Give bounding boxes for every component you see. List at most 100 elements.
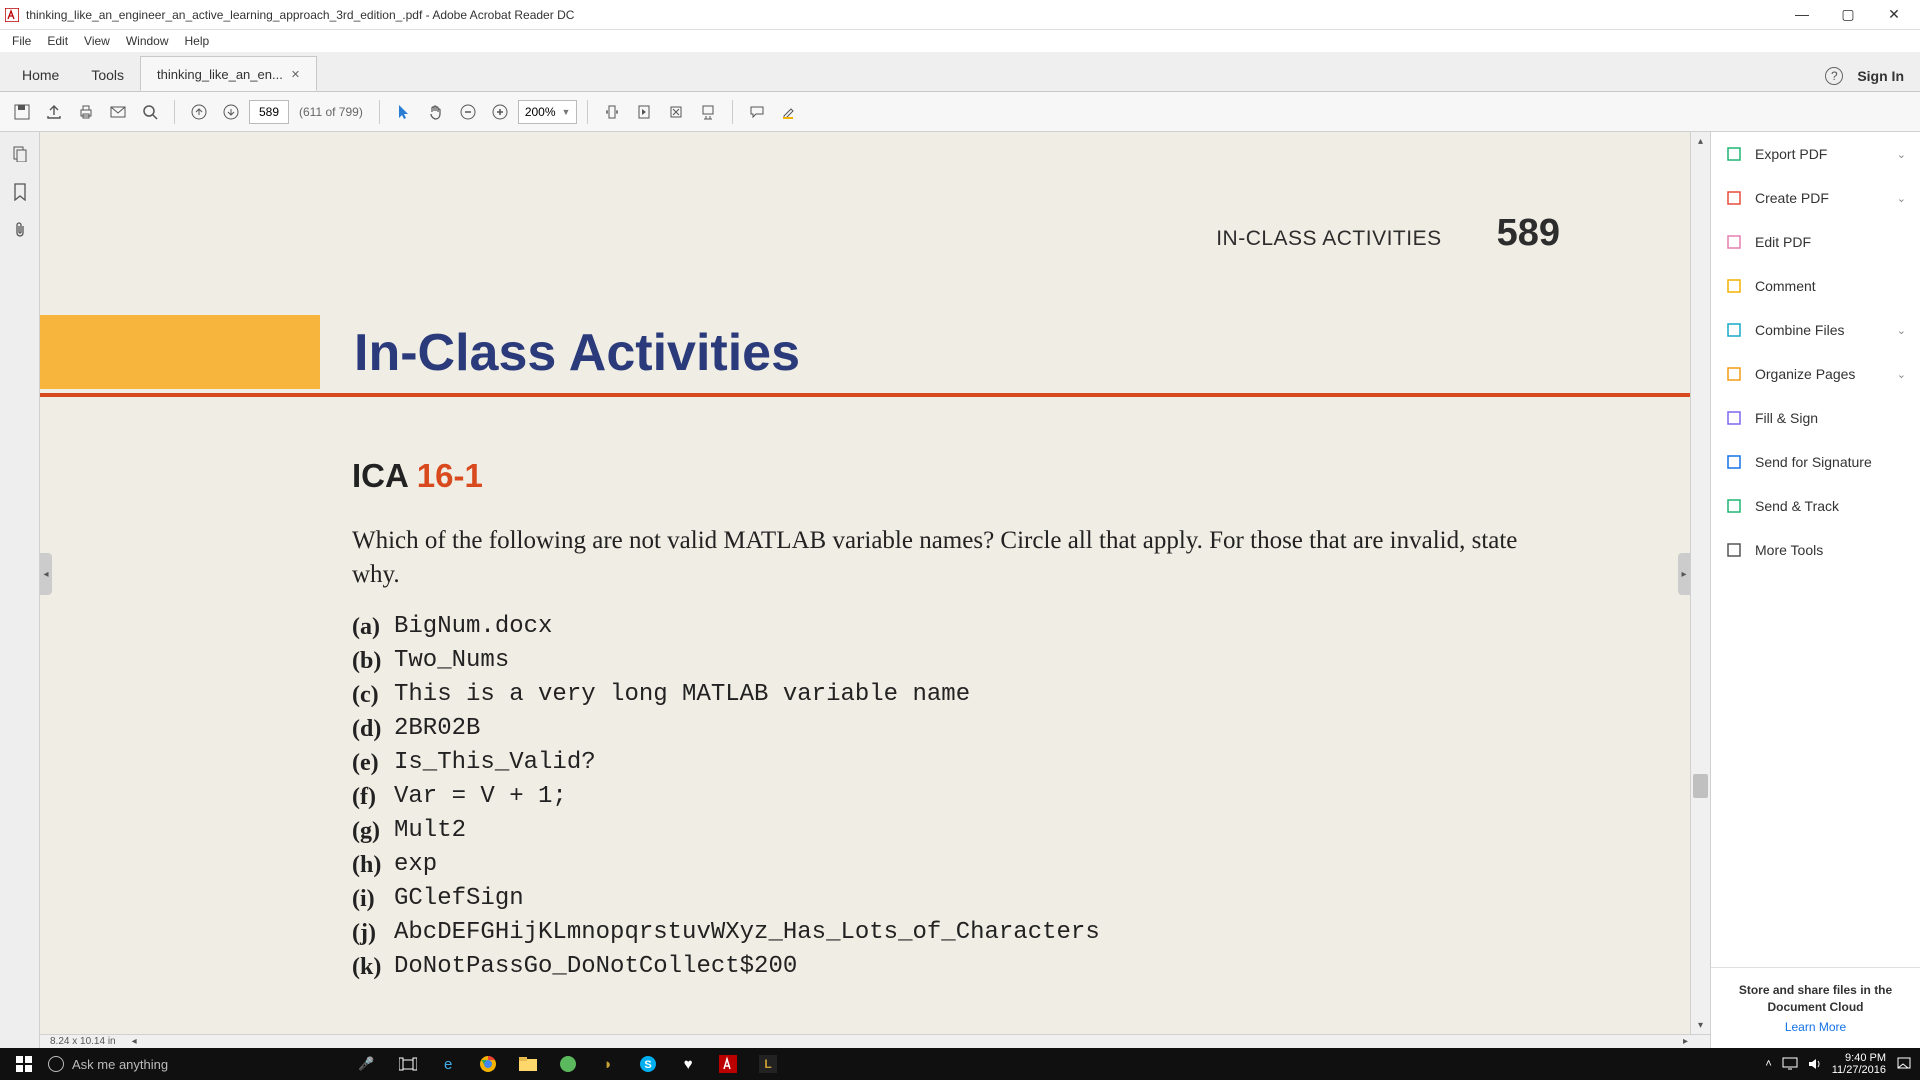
menu-file[interactable]: File (4, 34, 39, 48)
left-collapse-handle[interactable]: ◂ (40, 553, 52, 595)
hand-tool-icon[interactable] (422, 98, 450, 126)
scroll-left-icon[interactable]: ◂ (132, 1036, 137, 1047)
chevron-down-icon: ⌄ (1897, 148, 1906, 161)
highlight-icon[interactable] (775, 98, 803, 126)
close-button[interactable]: ✕ (1880, 6, 1908, 23)
tab-close-icon[interactable]: ✕ (291, 68, 300, 81)
ica-number: 16-1 (417, 457, 483, 494)
page-number-input[interactable] (249, 100, 289, 124)
fit-page-icon[interactable] (630, 98, 658, 126)
window-titlebar: thinking_like_an_engineer_an_active_lear… (0, 0, 1920, 30)
zoom-out-icon[interactable] (454, 98, 482, 126)
tray-chevron-icon[interactable]: ˄ (1765, 1058, 1771, 1070)
scroll-up-icon[interactable]: ▴ (1691, 132, 1710, 150)
thumbnails-icon[interactable] (8, 142, 32, 166)
app-icon-2[interactable]: ◗ (598, 1054, 618, 1074)
cortana-icon (48, 1056, 64, 1072)
tray-volume-icon[interactable] (1808, 1057, 1822, 1071)
skype-icon[interactable]: S (638, 1054, 658, 1074)
save-icon[interactable] (8, 98, 36, 126)
fit-width-icon[interactable] (598, 98, 626, 126)
option-row: (g)Mult2 (352, 814, 1560, 848)
app-icon-4[interactable]: L (758, 1054, 778, 1074)
tool-label: Send & Track (1755, 498, 1839, 514)
sign-in-button[interactable]: Sign In (1857, 68, 1904, 84)
tool-send-for-signature[interactable]: Send for Signature (1711, 440, 1920, 484)
help-icon[interactable]: ? (1825, 67, 1843, 85)
tool-icon (1725, 277, 1743, 295)
menu-help[interactable]: Help (177, 34, 218, 48)
tool-fill-sign[interactable]: Fill & Sign (1711, 396, 1920, 440)
rotate-icon[interactable] (662, 98, 690, 126)
read-mode-icon[interactable] (694, 98, 722, 126)
chevron-down-icon: ⌄ (1897, 324, 1906, 337)
scroll-down-icon[interactable]: ▾ (1691, 1016, 1710, 1034)
option-code: exp (394, 848, 437, 882)
maximize-button[interactable]: ▢ (1834, 6, 1862, 23)
tab-tools[interactable]: Tools (75, 57, 140, 91)
option-letter: (g) (352, 814, 394, 848)
share-icon[interactable] (40, 98, 68, 126)
tab-document[interactable]: thinking_like_an_en... ✕ (140, 56, 317, 91)
taskbar-clock[interactable]: 9:40 PM 11/27/2016 (1832, 1052, 1886, 1076)
select-tool-icon[interactable] (390, 98, 418, 126)
option-letter: (a) (352, 610, 394, 644)
app-icon-3[interactable]: ♥ (678, 1054, 698, 1074)
option-code: BigNum.docx (394, 610, 552, 644)
bookmark-icon[interactable] (8, 180, 32, 204)
acrobat-taskbar-icon[interactable] (718, 1054, 738, 1074)
menu-edit[interactable]: Edit (39, 34, 76, 48)
section-title: In-Class Activities (320, 315, 800, 393)
tool-more-tools[interactable]: More Tools (1711, 528, 1920, 572)
option-code: Is_This_Valid? (394, 746, 596, 780)
print-icon[interactable] (72, 98, 100, 126)
mic-icon[interactable]: 🎤 (358, 1056, 374, 1072)
horizontal-scrollbar[interactable]: 8.24 x 10.14 in ◂ ▸ (40, 1034, 1710, 1048)
comment-icon[interactable] (743, 98, 771, 126)
app-icon-1[interactable] (558, 1054, 578, 1074)
page-dimensions-label: 8.24 x 10.14 in (40, 1036, 126, 1047)
scroll-thumb[interactable] (1693, 774, 1708, 798)
right-collapse-handle[interactable]: ▸ (1678, 553, 1690, 595)
chevron-down-icon: ⌄ (1897, 192, 1906, 205)
app-icon (4, 7, 20, 23)
tool-combine-files[interactable]: Combine Files⌄ (1711, 308, 1920, 352)
option-code: DoNotPassGo_DoNotCollect$200 (394, 950, 797, 984)
tool-create-pdf[interactable]: Create PDF⌄ (1711, 176, 1920, 220)
scroll-right-icon[interactable]: ▸ (1683, 1036, 1688, 1047)
explorer-icon[interactable] (518, 1054, 538, 1074)
menu-view[interactable]: View (76, 34, 118, 48)
minimize-button[interactable]: — (1788, 6, 1816, 23)
attachments-icon[interactable] (8, 218, 32, 242)
left-nav-rail (0, 132, 40, 1048)
edge-icon[interactable]: e (438, 1054, 458, 1074)
tray-display-icon[interactable] (1782, 1057, 1798, 1071)
task-view-icon[interactable] (398, 1054, 418, 1074)
zoom-in-icon[interactable] (486, 98, 514, 126)
taskbar-search[interactable]: Ask me anything (48, 1056, 358, 1072)
ica-heading: ICA 16-1 (352, 457, 1560, 496)
notifications-icon[interactable] (1896, 1056, 1912, 1072)
question-text: Which of the following are not valid MAT… (352, 524, 1560, 592)
option-row: (f)Var = V + 1; (352, 780, 1560, 814)
tool-edit-pdf[interactable]: Edit PDF (1711, 220, 1920, 264)
vertical-scrollbar[interactable]: ▴ ▾ (1690, 132, 1710, 1034)
option-letter: (d) (352, 712, 394, 746)
zoom-level-dropdown[interactable]: 200% ▼ (518, 100, 578, 124)
menu-window[interactable]: Window (118, 34, 177, 48)
search-icon[interactable] (136, 98, 164, 126)
tool-export-pdf[interactable]: Export PDF⌄ (1711, 132, 1920, 176)
prev-page-icon[interactable] (185, 98, 213, 126)
start-button[interactable] (0, 1056, 48, 1072)
tool-icon (1725, 321, 1743, 339)
tool-send-track[interactable]: Send & Track (1711, 484, 1920, 528)
chrome-icon[interactable] (478, 1054, 498, 1074)
tab-home[interactable]: Home (6, 57, 75, 91)
tool-label: Organize Pages (1755, 366, 1855, 382)
next-page-icon[interactable] (217, 98, 245, 126)
promo-learn-more-link[interactable]: Learn More (1721, 1020, 1910, 1034)
chevron-down-icon: ▼ (562, 107, 571, 117)
email-icon[interactable] (104, 98, 132, 126)
tool-comment[interactable]: Comment (1711, 264, 1920, 308)
tool-organize-pages[interactable]: Organize Pages⌄ (1711, 352, 1920, 396)
